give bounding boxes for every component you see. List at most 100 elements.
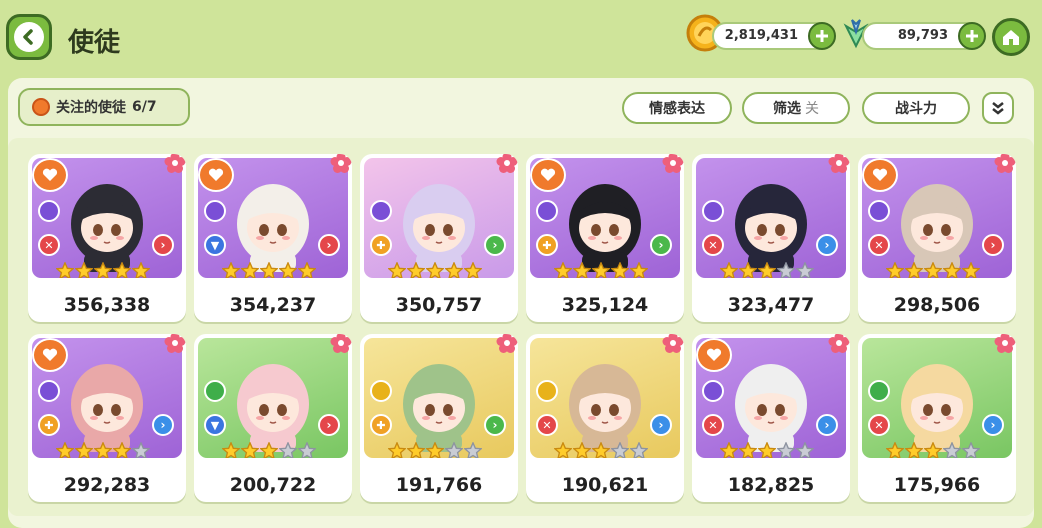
star-filled-icon bbox=[132, 262, 150, 278]
star-filled-icon bbox=[739, 262, 757, 278]
apostle-portrait: ▼ › bbox=[198, 338, 348, 458]
page-title: 使徒 bbox=[68, 28, 121, 58]
apostle-portrait: ✕ › bbox=[862, 158, 1012, 278]
followed-count: 6/7 bbox=[132, 99, 157, 115]
combat-power: 175,966 bbox=[893, 474, 981, 496]
class-icon: ✕ bbox=[536, 414, 558, 436]
arrow-right-icon: › bbox=[152, 234, 174, 256]
arrow-right-icon: › bbox=[816, 234, 838, 256]
combat-power: 356,338 bbox=[63, 294, 151, 316]
star-filled-icon bbox=[94, 442, 112, 458]
emotion-button[interactable]: 情感表达 bbox=[622, 92, 732, 124]
element-icon bbox=[370, 380, 392, 402]
flower-icon bbox=[994, 334, 1016, 353]
star-filled-icon bbox=[113, 262, 131, 278]
back-arrow-icon bbox=[14, 22, 44, 52]
apostle-chibi-art bbox=[237, 364, 309, 452]
sort-order-button[interactable] bbox=[982, 92, 1014, 124]
favorite-heart-icon[interactable] bbox=[32, 338, 68, 372]
flower-icon bbox=[662, 154, 684, 173]
apostle-card[interactable]: ✕ › 298,506 bbox=[858, 154, 1016, 322]
star-filled-icon bbox=[56, 442, 74, 458]
apostle-portrait: ✕ › bbox=[696, 158, 846, 278]
apostle-card[interactable]: ✕ › 323,477 bbox=[692, 154, 850, 322]
combat-power: 200,722 bbox=[229, 474, 317, 496]
element-icon bbox=[204, 200, 226, 222]
star-filled-icon bbox=[886, 442, 904, 458]
add-gem-button[interactable] bbox=[958, 22, 986, 50]
star-filled-icon bbox=[943, 262, 961, 278]
star-empty-icon bbox=[132, 442, 150, 458]
flower-icon bbox=[828, 334, 850, 353]
star-filled-icon bbox=[388, 442, 406, 458]
star-filled-icon bbox=[388, 262, 406, 278]
home-button[interactable] bbox=[992, 18, 1030, 56]
star-rating bbox=[886, 262, 980, 278]
star-filled-icon bbox=[924, 262, 942, 278]
flower-icon bbox=[330, 334, 352, 353]
apostle-chibi-art bbox=[901, 184, 973, 272]
star-empty-icon bbox=[464, 442, 482, 458]
apostle-portrait: ✕ › bbox=[32, 158, 182, 278]
class-icon: ✕ bbox=[868, 234, 890, 256]
star-filled-icon bbox=[573, 442, 591, 458]
star-filled-icon bbox=[554, 262, 572, 278]
element-icon bbox=[702, 380, 724, 402]
star-rating bbox=[554, 442, 648, 458]
star-filled-icon bbox=[94, 262, 112, 278]
apostle-chibi-art bbox=[901, 364, 973, 452]
element-icon bbox=[868, 380, 890, 402]
apostle-portrait: ✕ › bbox=[862, 338, 1012, 458]
class-icon: ✚ bbox=[370, 234, 392, 256]
star-empty-icon bbox=[611, 442, 629, 458]
flower-icon bbox=[330, 154, 352, 173]
star-filled-icon bbox=[464, 262, 482, 278]
apostle-card[interactable]: ✕ › 356,338 bbox=[28, 154, 186, 322]
apostle-card[interactable]: ✕ › 175,966 bbox=[858, 334, 1016, 502]
followed-apostles-button[interactable]: 关注的使徒 6/7 bbox=[18, 88, 190, 126]
apostle-chibi-art bbox=[735, 184, 807, 272]
star-filled-icon bbox=[445, 262, 463, 278]
class-icon: ▼ bbox=[204, 414, 226, 436]
arrow-right-icon: › bbox=[484, 414, 506, 436]
sort-power-button[interactable]: 战斗力 bbox=[862, 92, 970, 124]
apostle-card[interactable]: ✚ › 292,283 bbox=[28, 334, 186, 502]
flower-icon bbox=[164, 334, 186, 353]
star-filled-icon bbox=[260, 442, 278, 458]
arrow-right-icon: › bbox=[650, 234, 672, 256]
apostle-card[interactable]: ✚ › 350,757 bbox=[360, 154, 518, 322]
apostle-card[interactable]: ✚ › 191,766 bbox=[360, 334, 518, 502]
apostle-chibi-art bbox=[71, 364, 143, 452]
apostle-chibi-art bbox=[735, 364, 807, 452]
favorite-heart-icon[interactable] bbox=[696, 338, 732, 372]
apostle-chibi-art bbox=[569, 364, 641, 452]
star-filled-icon bbox=[241, 262, 259, 278]
combat-power: 190,621 bbox=[561, 474, 649, 496]
star-filled-icon bbox=[720, 262, 738, 278]
flower-icon bbox=[662, 334, 684, 353]
star-filled-icon bbox=[758, 442, 776, 458]
add-gold-button[interactable] bbox=[808, 22, 836, 50]
apostle-card[interactable]: ✕ › 190,621 bbox=[526, 334, 684, 502]
flower-icon bbox=[164, 154, 186, 173]
star-empty-icon bbox=[777, 262, 795, 278]
back-button[interactable] bbox=[6, 14, 52, 60]
favorite-heart-icon[interactable] bbox=[32, 158, 68, 192]
apostle-portrait: ✚ › bbox=[32, 338, 182, 458]
element-icon bbox=[38, 200, 60, 222]
apostle-card[interactable]: ✚ › 325,124 bbox=[526, 154, 684, 322]
apostle-chibi-art bbox=[71, 184, 143, 272]
class-icon: ✕ bbox=[38, 234, 60, 256]
apostle-card[interactable]: ▼ › 354,237 bbox=[194, 154, 352, 322]
apostle-card[interactable]: ✕ › 182,825 bbox=[692, 334, 850, 502]
filter-button[interactable]: 筛选 关 bbox=[742, 92, 850, 124]
star-filled-icon bbox=[611, 262, 629, 278]
favorite-heart-icon[interactable] bbox=[198, 158, 234, 192]
apostle-card[interactable]: ▼ › 200,722 bbox=[194, 334, 352, 502]
combat-power: 182,825 bbox=[727, 474, 815, 496]
class-icon: ✕ bbox=[702, 234, 724, 256]
favorite-heart-icon[interactable] bbox=[862, 158, 898, 192]
combat-power: 325,124 bbox=[561, 294, 649, 316]
star-empty-icon bbox=[630, 442, 648, 458]
favorite-heart-icon[interactable] bbox=[530, 158, 566, 192]
